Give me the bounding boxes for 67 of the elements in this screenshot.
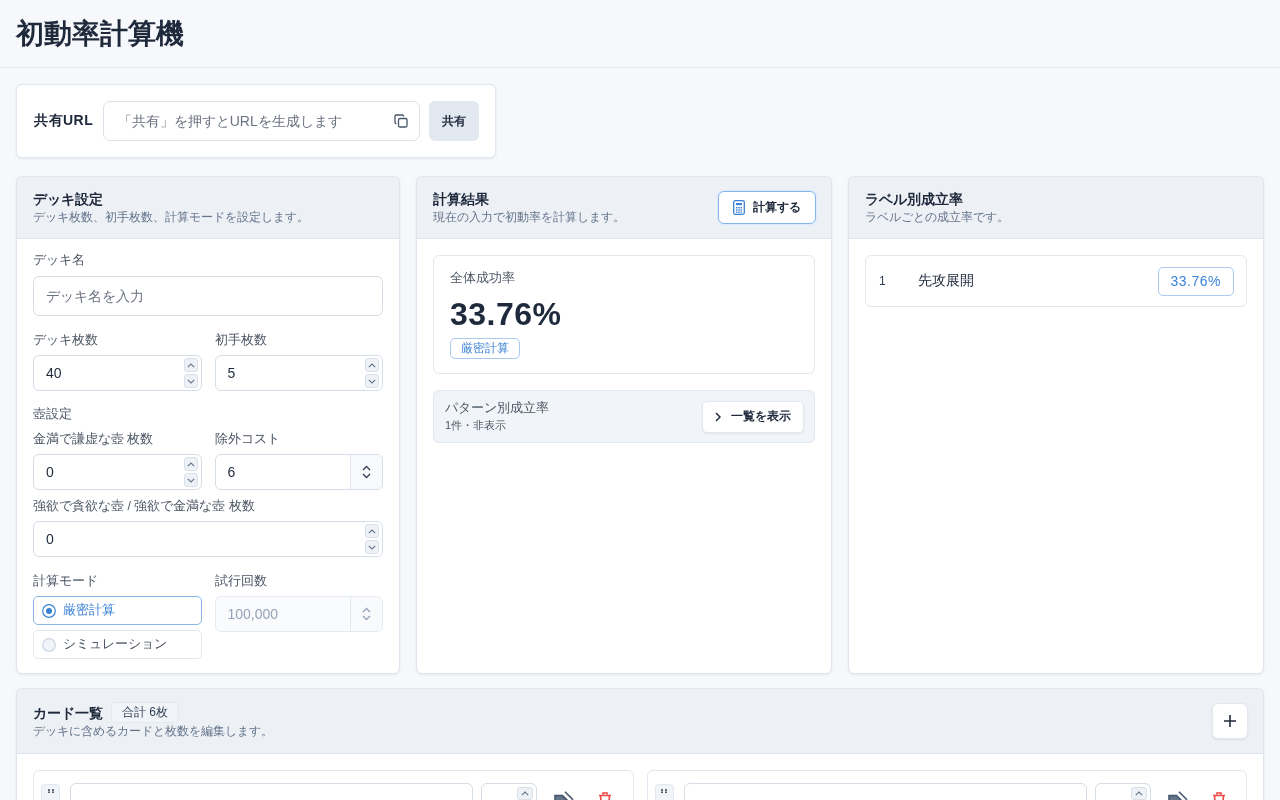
app-title: 初動率計算機 (16, 16, 184, 51)
field-label: 金満で謙虚な壺 枚数 (33, 431, 155, 447)
show-list-button[interactable]: 一覧を表示 (702, 400, 804, 433)
chevron-down-icon (368, 544, 376, 550)
field-label: 強欲で貪欲な壺 / 強欲で金満な壺 枚数 (33, 498, 256, 514)
chevron-right-icon (715, 411, 721, 422)
spin-up-button[interactable] (365, 358, 379, 372)
total-count-badge: 合計 6枚 (111, 702, 179, 723)
panel-subtitle: デッキ枚数、初手枚数、計算モードを設定します。 (33, 209, 309, 226)
field-label: デッキ名 (33, 252, 86, 268)
panel-subtitle: 現在の入力で初動率を計算します。 (433, 209, 625, 226)
row-index: 1 (879, 274, 887, 288)
mode-badge: 厳密計算 (450, 338, 520, 359)
share-url-label: 共有URL (34, 112, 94, 130)
radio-option[interactable]: 厳密計算 (33, 596, 202, 625)
calculate-button[interactable]: 計算する (718, 191, 816, 224)
deck-name-field[interactable]: デッキ名を入力 (33, 276, 383, 316)
field-label: デッキ枚数 (33, 332, 99, 348)
panel-title: 計算結果 (433, 190, 490, 209)
chevron-down-icon (368, 378, 376, 384)
number-field[interactable]: 5 (214, 355, 383, 391)
chevron-up-icon (521, 791, 529, 796)
share-url-field[interactable]: 「共有」を押すとURLを生成します (102, 101, 421, 141)
chevron-up-icon (368, 362, 376, 368)
grip-icon (47, 789, 54, 793)
spin-up-button[interactable] (365, 524, 379, 538)
spin-up-button[interactable] (1130, 787, 1147, 800)
spin-down-button[interactable] (365, 374, 379, 388)
copy-icon[interactable] (394, 114, 409, 128)
spin-down-button[interactable] (365, 540, 379, 554)
radio-option[interactable]: シミュレーション (33, 630, 202, 659)
field-label: 除外コスト (214, 431, 281, 447)
panel-title: ラベル別成立率 (865, 190, 964, 209)
panel-subtitle: ラベルごとの成立率です。 (865, 209, 1009, 226)
chevron-up-icon (1134, 791, 1143, 796)
panel-subtitle: デッキに含めるカードと枚数を編集します。 (33, 723, 273, 740)
number-field[interactable]: 0 (33, 521, 383, 557)
pattern-summary: 1件・非表示 (445, 418, 508, 433)
rate-badge: 33.76% (1157, 266, 1234, 296)
up-down-chevron-icon (362, 607, 371, 621)
section-heading: 壺設定 (33, 406, 73, 422)
share-button[interactable]: 共有 (429, 101, 479, 141)
spin-up-button[interactable] (517, 787, 533, 800)
field-label: 初手枚数 (214, 332, 268, 348)
chevron-up-icon (368, 528, 376, 534)
field-label: 試行回数 (214, 573, 268, 589)
panel-title: デッキ設定 (33, 190, 104, 209)
grip-icon (661, 789, 667, 793)
pattern-rate-title: パターン別成立率 (445, 400, 549, 417)
stepper-button[interactable] (350, 455, 382, 489)
number-field[interactable]: 0 (33, 454, 202, 490)
chevron-up-icon (186, 362, 195, 368)
chevron-up-icon (186, 461, 195, 467)
field-label: 計算モード (33, 573, 99, 589)
radio-unchecked-icon (42, 637, 56, 652)
overall-rate-label: 全体成功率 (450, 270, 515, 287)
calculator-icon (733, 200, 745, 215)
up-down-chevron-icon (362, 465, 371, 479)
label-name: 先攻展開 (918, 272, 975, 290)
overall-rate-value: 33.76% (450, 295, 562, 334)
radio-checked-icon (42, 603, 56, 618)
add-button[interactable] (1212, 703, 1248, 739)
chevron-down-icon (186, 378, 195, 384)
chevron-down-icon (186, 477, 195, 483)
panel-title: カード一覧 (33, 703, 103, 723)
plus-icon (1223, 714, 1237, 728)
number-field[interactable]: 40 (33, 355, 202, 391)
